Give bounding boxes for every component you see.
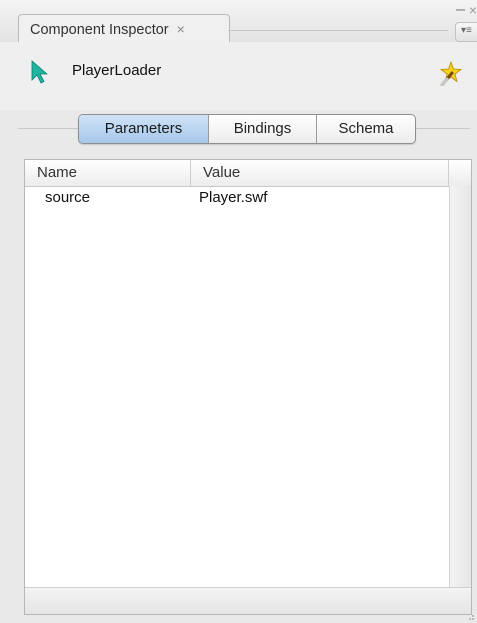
component-inspector-panel: Component Inspector × – × ▾≡ PlayerLoade… bbox=[0, 0, 477, 623]
resize-grip-icon[interactable] bbox=[465, 611, 475, 621]
component-name: PlayerLoader bbox=[72, 62, 162, 79]
component-header: PlayerLoader bbox=[0, 42, 477, 110]
horizontal-scrollbar[interactable] bbox=[25, 587, 471, 614]
magic-wand-icon[interactable] bbox=[438, 60, 464, 86]
tab-title: Component Inspector bbox=[30, 22, 169, 38]
table-row[interactable]: source Player.swf bbox=[25, 187, 449, 209]
tab-bindings[interactable]: Bindings bbox=[209, 115, 317, 143]
arrow-cursor-icon bbox=[31, 60, 48, 84]
column-header-value[interactable]: Value bbox=[191, 160, 449, 186]
tab-close-icon[interactable]: × bbox=[177, 21, 185, 37]
inspector-tabs: Parameters Bindings Schema bbox=[78, 114, 416, 144]
panel-tab-strip: Component Inspector × – × ▾≡ bbox=[0, 0, 477, 42]
param-name: source bbox=[45, 189, 91, 206]
parameters-table: Name Value source Player.swf bbox=[24, 159, 472, 615]
column-header-filler bbox=[449, 160, 471, 186]
table-header: Name Value bbox=[25, 160, 471, 187]
param-value[interactable]: Player.swf bbox=[199, 187, 267, 209]
column-header-name[interactable]: Name bbox=[25, 160, 191, 186]
minimize-icon[interactable]: – bbox=[456, 2, 465, 18]
vertical-scrollbar[interactable] bbox=[449, 186, 471, 588]
panel-menu-button[interactable]: ▾≡ bbox=[455, 22, 477, 42]
tab-parameters[interactable]: Parameters bbox=[79, 115, 209, 143]
tab-schema[interactable]: Schema bbox=[317, 115, 415, 143]
tab-component-inspector[interactable]: Component Inspector × bbox=[18, 14, 230, 42]
close-icon[interactable]: × bbox=[469, 2, 477, 18]
